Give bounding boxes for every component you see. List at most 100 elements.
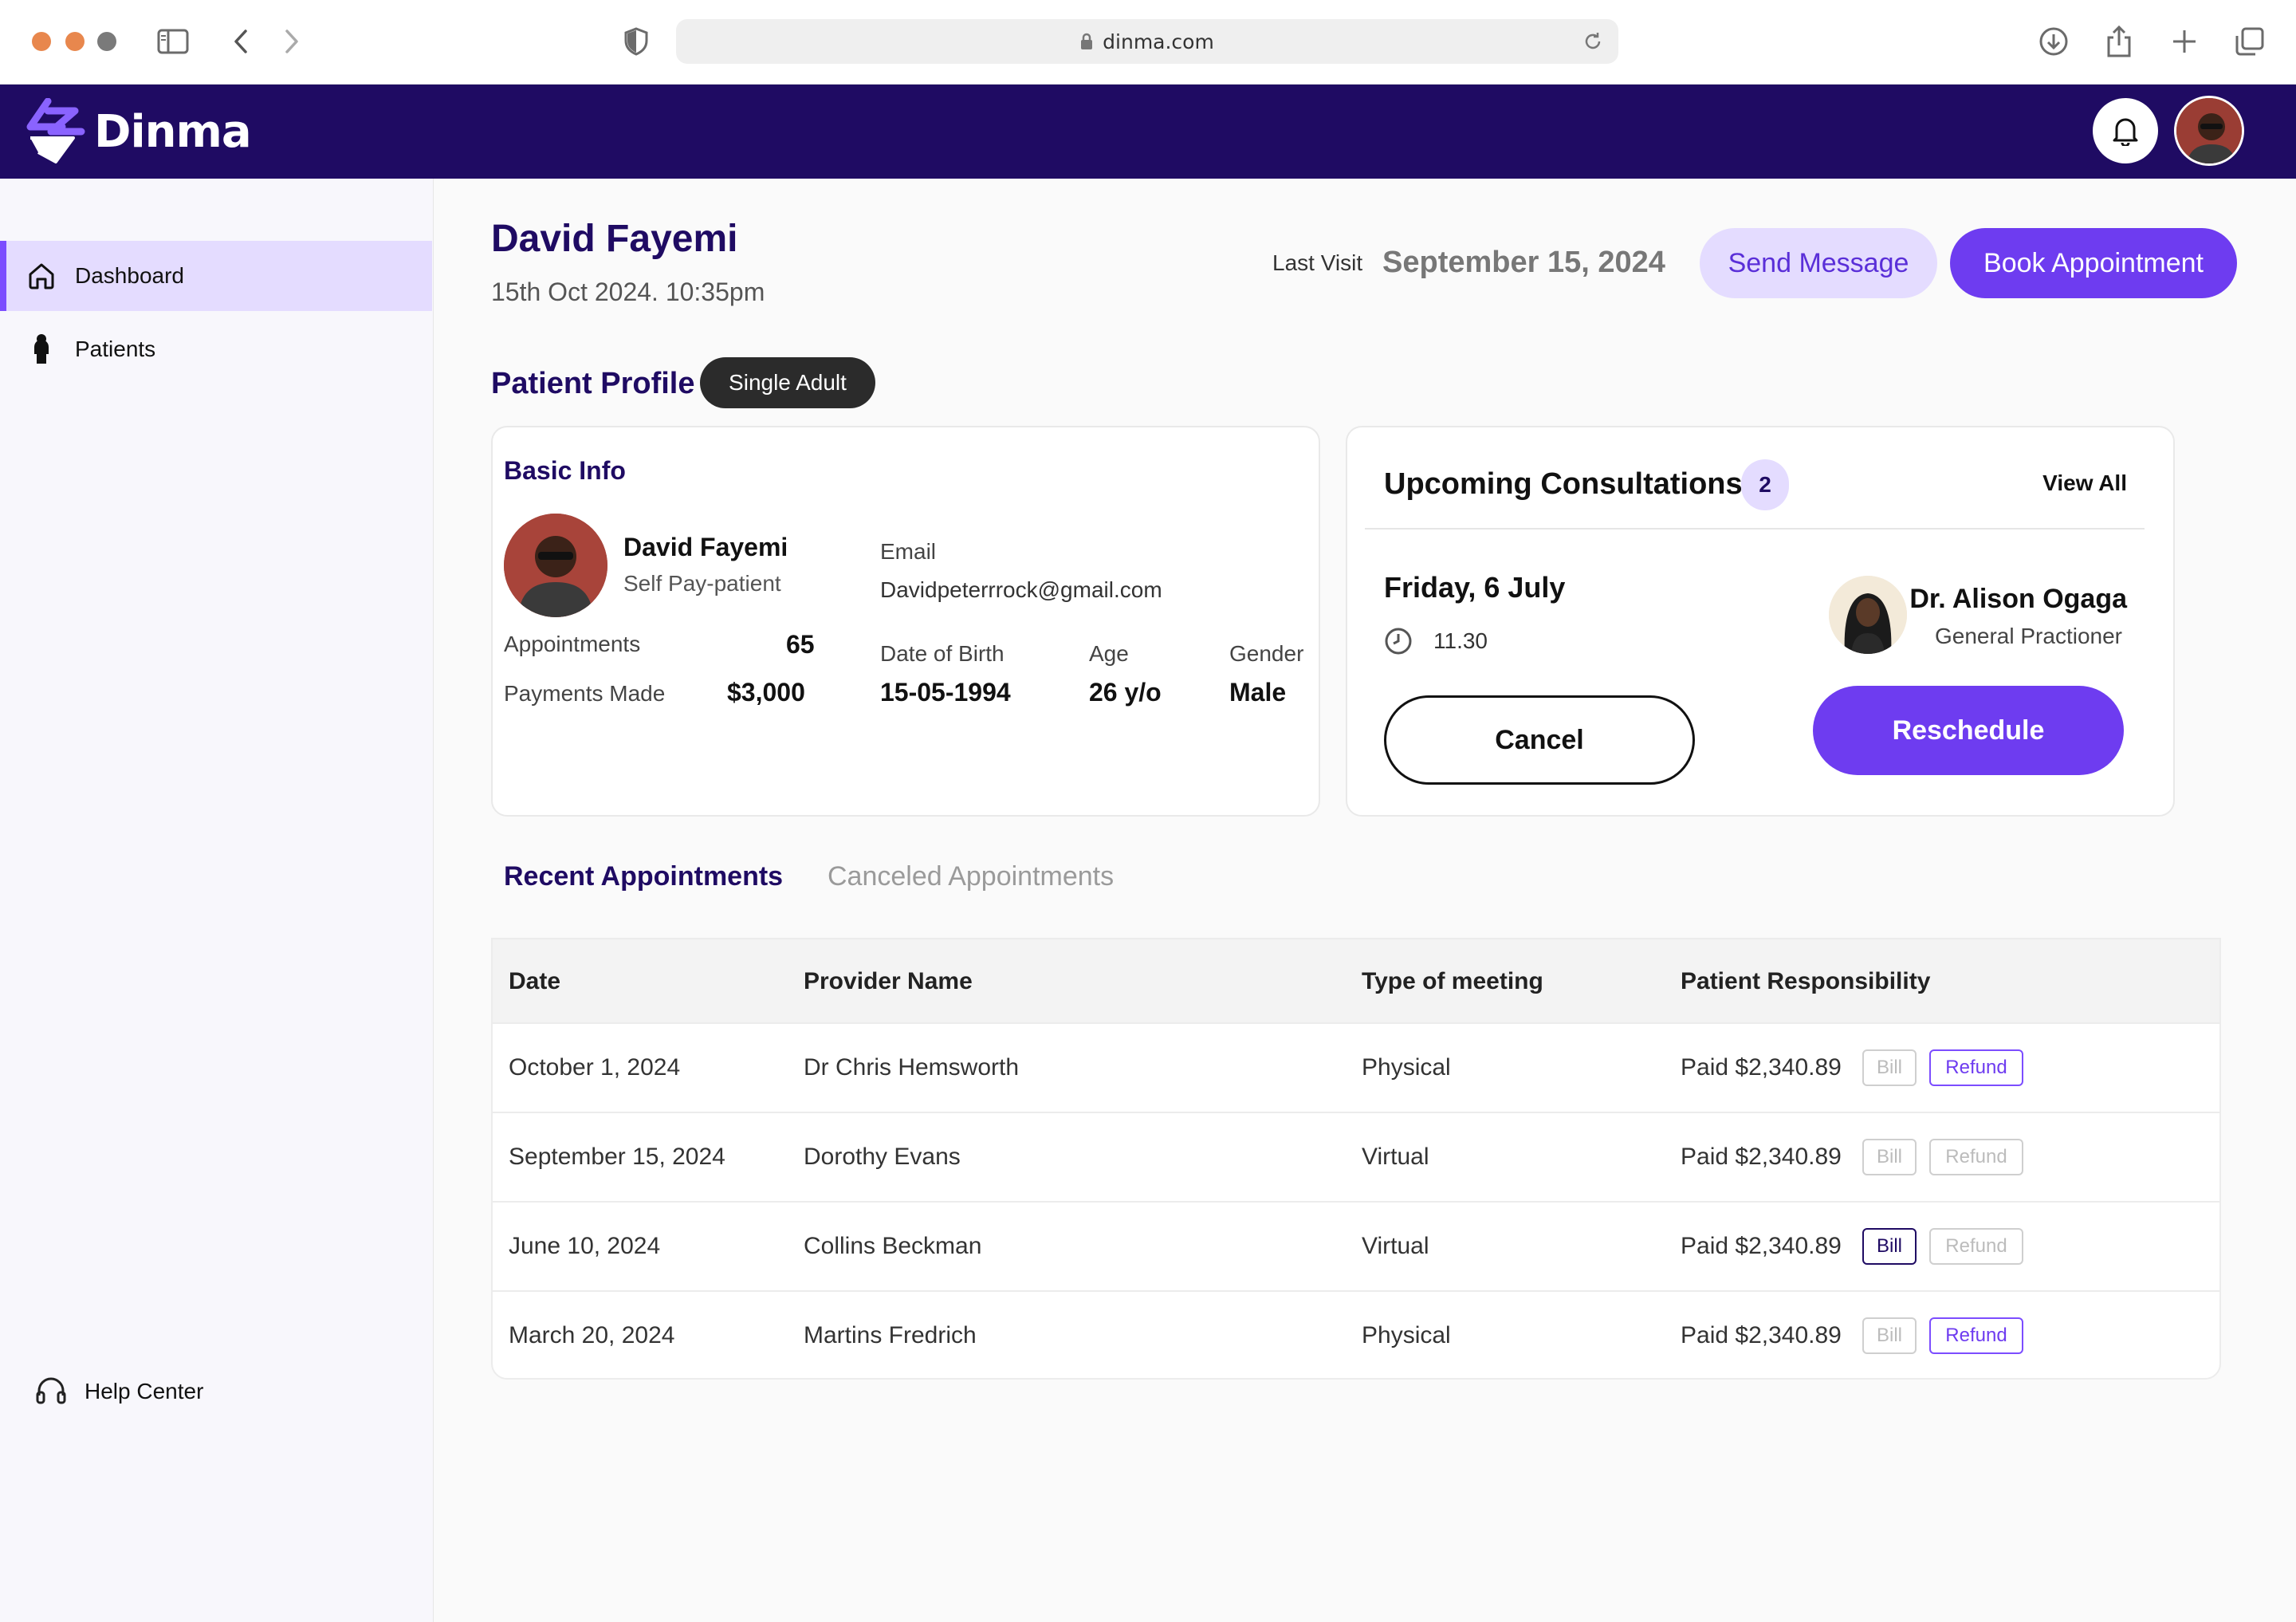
download-icon[interactable] [2035,22,2073,61]
email-value: Davidpeterrrock@gmail.com [880,577,1162,602]
doctor-avatar [1829,576,1907,654]
refund-button[interactable]: Refund [1929,1228,2023,1265]
browser-toolbar: dinma.com [0,0,2296,85]
cell-provider: Dorothy Evans [804,1144,961,1170]
page-datetime: 15th Oct 2024. 10:35pm [491,278,765,306]
cell-amount: Paid $2,340.89 [1681,1322,1842,1348]
back-icon[interactable] [222,22,260,61]
bell-icon [2113,118,2138,146]
cancel-button[interactable]: Cancel [1384,695,1695,785]
user-avatar[interactable] [2174,96,2244,166]
table-row[interactable]: September 15, 2024 Dorothy Evans Virtual… [493,1112,2219,1201]
appointments-label: Appointments [504,632,641,656]
tab-recent-appointments[interactable]: Recent Appointments [504,861,783,892]
appointments-table: Date Provider Name Type of meeting Patie… [491,938,2221,1380]
cell-amount: Paid $2,340.89 [1681,1054,1842,1081]
cell-type: Physical [1362,1054,1451,1081]
dob-value: 15-05-1994 [880,678,1011,707]
patient-category-badge: Single Adult [700,357,875,408]
consultation-time: 11.30 [1433,628,1488,653]
reschedule-button[interactable]: Reschedule [1813,686,2124,775]
tab-canceled-appointments[interactable]: Canceled Appointments [828,861,1114,892]
column-header-date: Date [509,968,561,994]
column-header-provider: Provider Name [804,968,973,994]
sidebar-toggle-icon[interactable] [154,22,192,61]
help-center-link[interactable]: Help Center [35,1376,203,1407]
table-row[interactable]: June 10, 2024 Collins Beckman Virtual Pa… [493,1201,2219,1290]
gender-value: Male [1229,678,1287,707]
gender-label: Gender [1229,641,1304,666]
refund-button[interactable]: Refund [1929,1049,2023,1086]
age-label: Age [1089,641,1129,666]
reload-icon[interactable] [1582,30,1604,53]
consultations-title: Upcoming Consultations [1384,467,1743,501]
table-header: Date Provider Name Type of meeting Patie… [493,939,2219,1022]
cell-provider: Martins Fredrich [804,1322,977,1348]
cell-amount: Paid $2,340.89 [1681,1144,1842,1170]
patient-profile-heading: Patient Profile [491,367,695,400]
help-center-label: Help Center [85,1379,204,1404]
consultations-count-badge: 2 [1741,459,1789,510]
divider [1365,528,2145,530]
age-value: 26 y/o [1089,678,1162,707]
payments-label: Payments Made [504,681,666,706]
headset-icon [35,1376,67,1407]
address-bar[interactable]: dinma.com [676,19,1618,64]
sidebar-item-patients[interactable]: Patients [0,314,432,384]
cell-provider: Collins Beckman [804,1233,982,1259]
last-visit-value: September 15, 2024 [1382,246,1665,279]
forward-icon[interactable] [273,22,311,61]
notifications-button[interactable] [2093,98,2158,163]
cell-amount: Paid $2,340.89 [1681,1233,1842,1259]
consultation-day: Friday, 6 July [1384,571,1566,604]
app-header: Dinma [0,85,2296,179]
bill-button[interactable]: Bill [1862,1317,1917,1354]
brand-logo[interactable]: Dinma [24,96,252,167]
cell-date: September 15, 2024 [509,1144,725,1170]
brand-name: Dinma [94,105,252,158]
clock-icon [1384,627,1413,655]
column-header-responsibility: Patient Responsibility [1681,968,1931,994]
new-tab-icon[interactable] [2165,22,2204,61]
page-title: David Fayemi [491,218,738,260]
close-window-button[interactable] [32,32,51,51]
email-label: Email [880,539,937,564]
patient-type: Self Pay-patient [623,571,781,596]
home-icon [24,258,59,293]
lock-icon [1080,33,1093,50]
privacy-shield-icon[interactable] [617,22,655,61]
tab-overview-icon[interactable] [2231,22,2269,61]
appointments-value: 65 [786,630,815,659]
table-row[interactable]: March 20, 2024 Martins Fredrich Physical… [493,1290,2219,1378]
view-all-link[interactable]: View All [2042,470,2127,496]
basic-info-card: Basic Info David Fayemi Self Pay-patient… [491,426,1320,817]
sidebar-item-label: Patients [75,337,156,361]
zoom-window-button[interactable] [97,32,116,51]
sidebar-item-dashboard[interactable]: Dashboard [0,241,432,311]
bill-button[interactable]: Bill [1862,1049,1917,1086]
sidebar-item-label: Dashboard [75,263,184,288]
book-appointment-button[interactable]: Book Appointment [1950,228,2237,298]
cell-date: March 20, 2024 [509,1322,675,1348]
refund-button[interactable]: Refund [1929,1139,2023,1175]
bill-button[interactable]: Bill [1862,1139,1917,1175]
cell-date: June 10, 2024 [509,1233,661,1259]
upcoming-consultations-card: Upcoming Consultations 2 View All Friday… [1346,426,2175,817]
minimize-window-button[interactable] [65,32,85,51]
refund-button[interactable]: Refund [1929,1317,2023,1354]
send-message-button[interactable]: Send Message [1700,228,1937,298]
cell-provider: Dr Chris Hemsworth [804,1054,1020,1081]
patient-name: David Fayemi [623,533,788,561]
bill-button[interactable]: Bill [1862,1228,1917,1265]
cell-type: Physical [1362,1322,1451,1348]
doctor-role: General Practioner [1934,624,2122,648]
doctor-name: Dr. Alison Ogaga [1909,584,2127,614]
table-row[interactable]: October 1, 2024 Dr Chris Hemsworth Physi… [493,1022,2219,1112]
payments-value: $3,000 [727,678,805,707]
cell-type: Virtual [1362,1233,1429,1259]
cell-date: October 1, 2024 [509,1054,681,1081]
basic-info-title: Basic Info [504,456,626,485]
share-icon[interactable] [2100,22,2138,61]
last-visit-label: Last Visit [1272,250,1363,275]
patient-avatar [504,514,607,617]
